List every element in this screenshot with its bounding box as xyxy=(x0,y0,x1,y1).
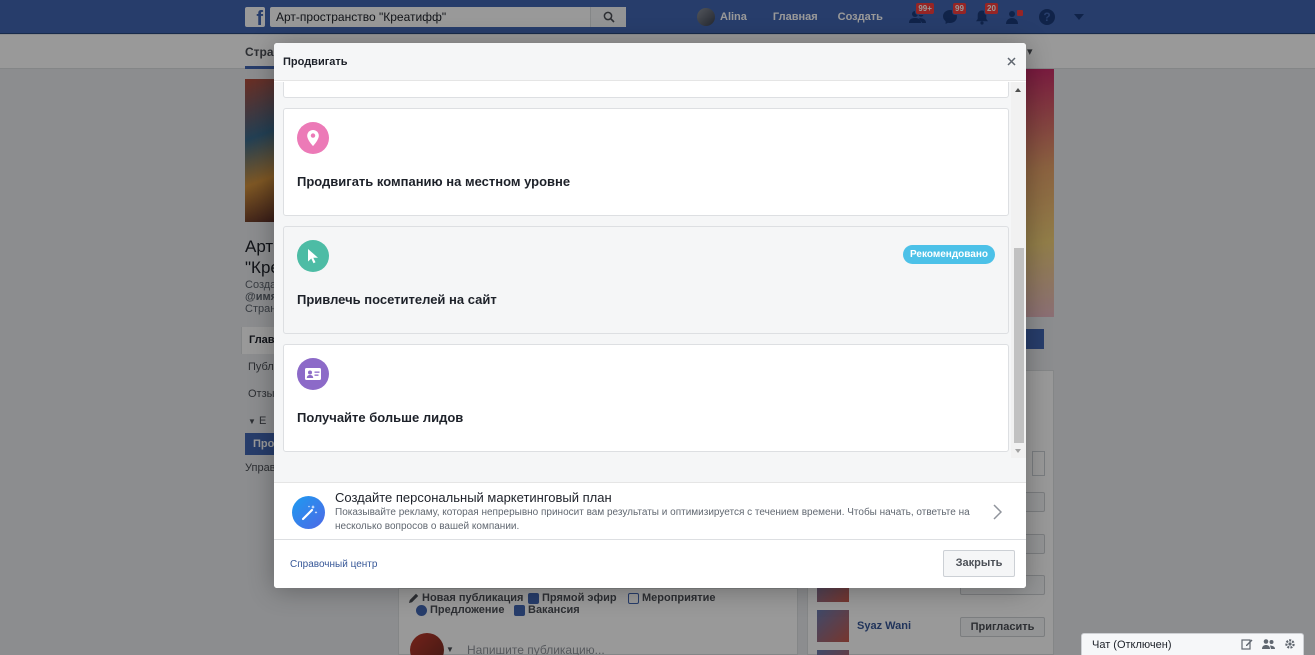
cursor-icon xyxy=(297,240,329,272)
scroll-up-arrow-icon[interactable] xyxy=(1015,88,1021,92)
chevron-right-icon xyxy=(993,504,1002,520)
help-center-link[interactable]: Справочный центр xyxy=(290,559,377,570)
objective-title: Привлечь посетителей на сайт xyxy=(297,292,497,307)
marketing-plan-description: Показывайте рекламу, которая непрерывно … xyxy=(335,507,970,532)
magic-wand-icon xyxy=(292,496,325,529)
location-pin-icon xyxy=(297,122,329,154)
scroll-down-arrow-icon[interactable] xyxy=(1015,449,1021,453)
objective-card-website[interactable]: Привлечь посетителей на сайт Рекомендова… xyxy=(283,226,1009,334)
dialog-close-button[interactable] xyxy=(1004,54,1018,68)
promote-dialog: Продвигать Продвигать компанию на местно… xyxy=(274,43,1026,588)
marketing-plan-row[interactable]: Создайте персональный маркетинговый план… xyxy=(274,482,1026,540)
objectives-scroll-area[interactable]: Продвигать компанию на местном уровне Пр… xyxy=(274,82,1026,520)
vertical-scrollbar-thumb[interactable] xyxy=(1014,248,1024,443)
objective-card-leads[interactable]: Получайте больше лидов xyxy=(283,344,1009,452)
chat-icons xyxy=(1241,638,1296,650)
gear-icon[interactable] xyxy=(1284,638,1296,650)
compose-message-icon[interactable] xyxy=(1241,638,1253,650)
objective-card-partial[interactable] xyxy=(283,82,1009,98)
objective-title: Продвигать компанию на местном уровне xyxy=(297,174,571,189)
objective-card-local[interactable]: Продвигать компанию на местном уровне xyxy=(283,108,1009,216)
chat-bar[interactable]: Чат (Отключен) xyxy=(1081,633,1304,655)
objective-title: Получайте больше лидов xyxy=(297,410,464,425)
vertical-scrollbar[interactable] xyxy=(1011,82,1026,458)
chat-status-label: Чат (Отключен) xyxy=(1092,639,1172,651)
dialog-footer: Справочный центр Закрыть xyxy=(274,540,1026,588)
dialog-title: Продвигать xyxy=(283,56,348,68)
dialog-header: Продвигать xyxy=(274,43,1026,81)
close-button[interactable]: Закрыть xyxy=(943,550,1015,577)
marketing-plan-title: Создайте персональный маркетинговый план xyxy=(335,490,612,505)
recommended-badge: Рекомендовано xyxy=(902,245,995,264)
close-icon xyxy=(1006,56,1016,66)
contact-card-icon xyxy=(297,358,329,390)
new-group-icon[interactable] xyxy=(1262,638,1275,650)
